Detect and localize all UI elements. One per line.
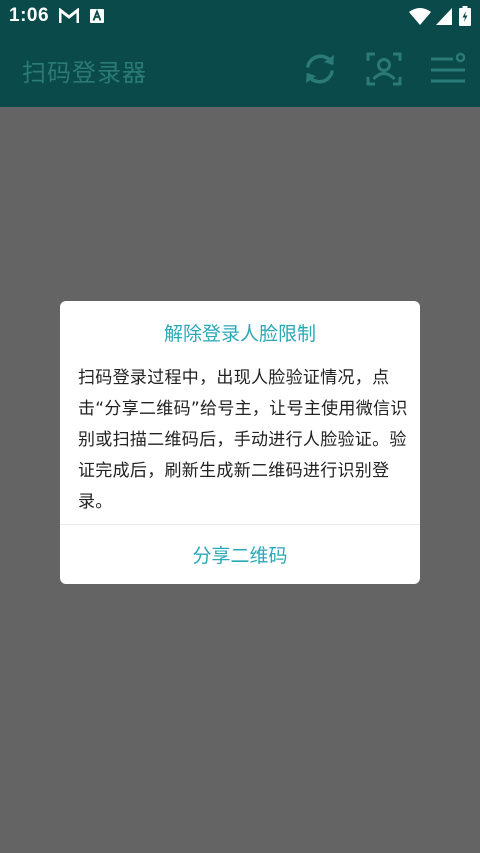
- face-scan-icon[interactable]: [364, 49, 404, 89]
- screen: 1:06 扫码登录器 解除登录人脸限制 扫码登录过程中，出现人脸验证情况，点击“…: [0, 0, 480, 853]
- signal-icon: [436, 8, 452, 25]
- gmail-icon: [59, 8, 79, 23]
- battery-charging-icon: [459, 6, 471, 26]
- app-title: 扫码登录器: [22, 59, 147, 87]
- menu-icon[interactable]: [428, 49, 468, 89]
- status-time: 1:06: [9, 5, 50, 26]
- wifi-icon: [409, 8, 431, 25]
- dialog-body: 扫码登录过程中，出现人脸验证情况，点击“分享二维码”给号主，让号主使用微信识别或…: [78, 368, 408, 512]
- app-bar: 扫码登录器: [0, 33, 480, 107]
- refresh-icon[interactable]: [300, 49, 340, 89]
- dialog-title: 解除登录人脸限制: [163, 323, 316, 345]
- status-bar: 1:06: [0, 0, 480, 33]
- app-a-icon: [90, 9, 104, 23]
- face-limit-dialog: 解除登录人脸限制 扫码登录过程中，出现人脸验证情况，点击“分享二维码”给号主，让…: [60, 301, 420, 584]
- share-qr-button[interactable]: 分享二维码: [60, 525, 420, 584]
